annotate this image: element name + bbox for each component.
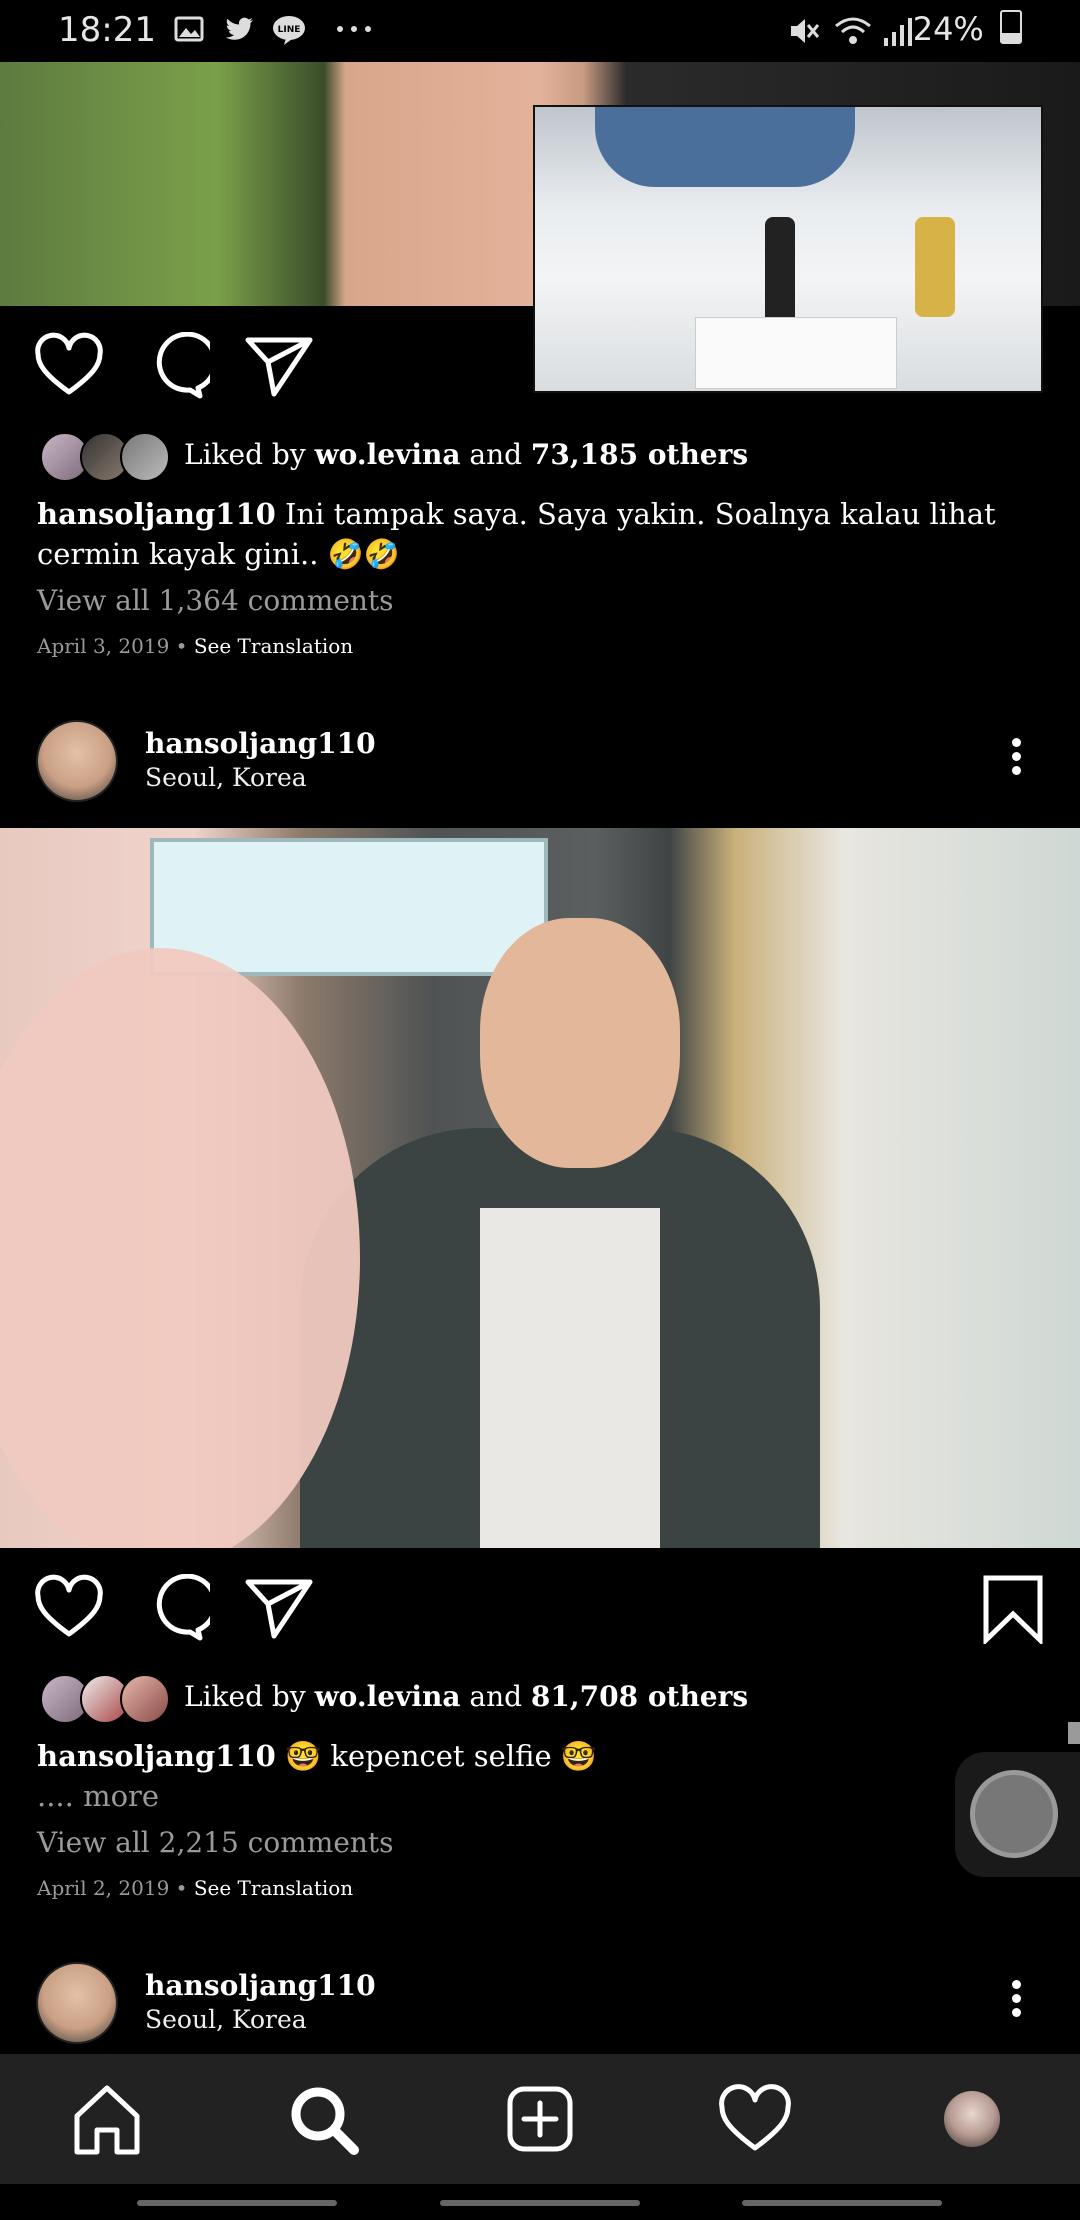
home-icon	[74, 2085, 140, 2155]
caption-more[interactable]: .... more	[37, 1776, 1047, 1816]
post-author-avatar[interactable]	[36, 1962, 118, 2044]
more-link[interactable]: more	[74, 1779, 159, 1813]
caption-username[interactable]: hansoljang110	[37, 1739, 276, 1773]
see-translation-link[interactable]: See Translation	[194, 1876, 353, 1900]
add-post-icon	[507, 2086, 573, 2152]
post-photo[interactable]	[0, 828, 1080, 1548]
gesture-recents[interactable]	[742, 2200, 942, 2206]
nav-profile[interactable]	[929, 2076, 1015, 2162]
post-caption: hansoljang110 Ini tampak saya. Saya yaki…	[37, 494, 1047, 574]
comment-button[interactable]	[140, 331, 218, 402]
like-button[interactable]	[34, 1574, 104, 1644]
nav-new-post[interactable]	[497, 2076, 583, 2162]
post-location[interactable]: Seoul, Korea	[145, 763, 307, 792]
more-dots-icon	[334, 14, 371, 48]
post-options-button[interactable]	[1006, 1975, 1026, 2025]
gesture-navigation	[0, 2184, 1080, 2220]
battery-icon	[1000, 10, 1022, 44]
avatar	[120, 432, 170, 482]
video-frame-detail	[765, 217, 795, 327]
share-button[interactable]	[244, 332, 314, 402]
like-button[interactable]	[34, 332, 104, 402]
image-icon	[172, 14, 206, 48]
post-username[interactable]: hansoljang110	[145, 727, 376, 760]
post-caption: hansoljang110 🤓 kepencet selfie 🤓	[37, 1736, 1047, 1776]
floating-assistive-button[interactable]	[955, 1752, 1080, 1877]
picture-in-picture-video[interactable]	[533, 105, 1043, 393]
photo-detail	[150, 838, 548, 976]
activity-heart-icon	[719, 2084, 791, 2151]
post-date: April 2, 2019 • See Translation	[37, 1876, 354, 1900]
svg-text:LINE: LINE	[278, 25, 301, 35]
liked-by-avatars[interactable]	[40, 432, 170, 482]
send-icon	[245, 337, 313, 397]
signal-icon	[880, 14, 914, 48]
photo-detail	[0, 948, 360, 1548]
caption-username[interactable]: hansoljang110	[37, 497, 276, 531]
post-username[interactable]: hansoljang110	[145, 1969, 376, 2002]
profile-avatar	[944, 2091, 1000, 2147]
liked-others-link[interactable]: 73,185 others	[531, 438, 748, 471]
bottom-navigation	[0, 2054, 1080, 2184]
liked-user-link[interactable]: wo.levina	[315, 1680, 461, 1713]
save-button[interactable]	[978, 1574, 1048, 1646]
assistive-touch-icon	[970, 1770, 1058, 1858]
post-options-button[interactable]	[1006, 733, 1026, 783]
video-frame-detail	[695, 317, 897, 389]
comment-button[interactable]	[140, 1573, 218, 1644]
line-icon: LINE	[272, 14, 306, 48]
post-location[interactable]: Seoul, Korea	[145, 2005, 307, 2034]
battery-status: 24%	[913, 10, 1022, 48]
comment-icon	[156, 331, 218, 399]
twitter-icon	[222, 14, 256, 48]
comment-icon	[156, 1573, 218, 1641]
caption-text: 🤓 kepencet selfie 🤓	[275, 1739, 597, 1773]
battery-percent: 24%	[912, 10, 984, 48]
post-author-avatar[interactable]	[36, 720, 118, 802]
view-comments-link[interactable]: View all 1,364 comments	[37, 584, 394, 617]
status-time: 18:21	[58, 10, 156, 50]
search-icon	[291, 2087, 359, 2155]
photo-detail	[480, 1208, 660, 1548]
heart-icon	[35, 1574, 103, 1637]
nav-search[interactable]	[280, 2076, 366, 2162]
video-frame-detail	[915, 217, 955, 317]
view-comments-link[interactable]: View all 2,215 comments	[37, 1826, 394, 1859]
scroll-indicator[interactable]	[1068, 1722, 1080, 1744]
send-icon	[245, 1579, 313, 1639]
nav-activity[interactable]	[712, 2076, 798, 2162]
liked-user-link[interactable]: wo.levina	[315, 438, 461, 471]
gesture-home[interactable]	[440, 2200, 640, 2206]
likes-count[interactable]: Liked by wo.levina and 73,185 others	[184, 438, 748, 471]
liked-by-avatars[interactable]	[40, 1674, 170, 1724]
share-button[interactable]	[244, 1574, 314, 1644]
see-translation-link[interactable]: See Translation	[194, 634, 353, 658]
avatar	[120, 1674, 170, 1724]
wifi-icon	[834, 14, 871, 48]
mute-icon	[787, 14, 821, 48]
liked-others-link[interactable]: 81,708 others	[531, 1680, 748, 1713]
bookmark-icon	[983, 1575, 1043, 1646]
post-date: April 3, 2019 • See Translation	[37, 634, 354, 658]
photo-detail	[480, 918, 680, 1168]
nav-home[interactable]	[64, 2076, 150, 2162]
gesture-back[interactable]	[137, 2200, 337, 2206]
video-frame-detail	[595, 107, 855, 187]
likes-count[interactable]: Liked by wo.levina and 81,708 others	[184, 1680, 748, 1713]
heart-icon	[35, 332, 103, 395]
status-bar: 18:21 LINE 24%	[0, 0, 1080, 62]
